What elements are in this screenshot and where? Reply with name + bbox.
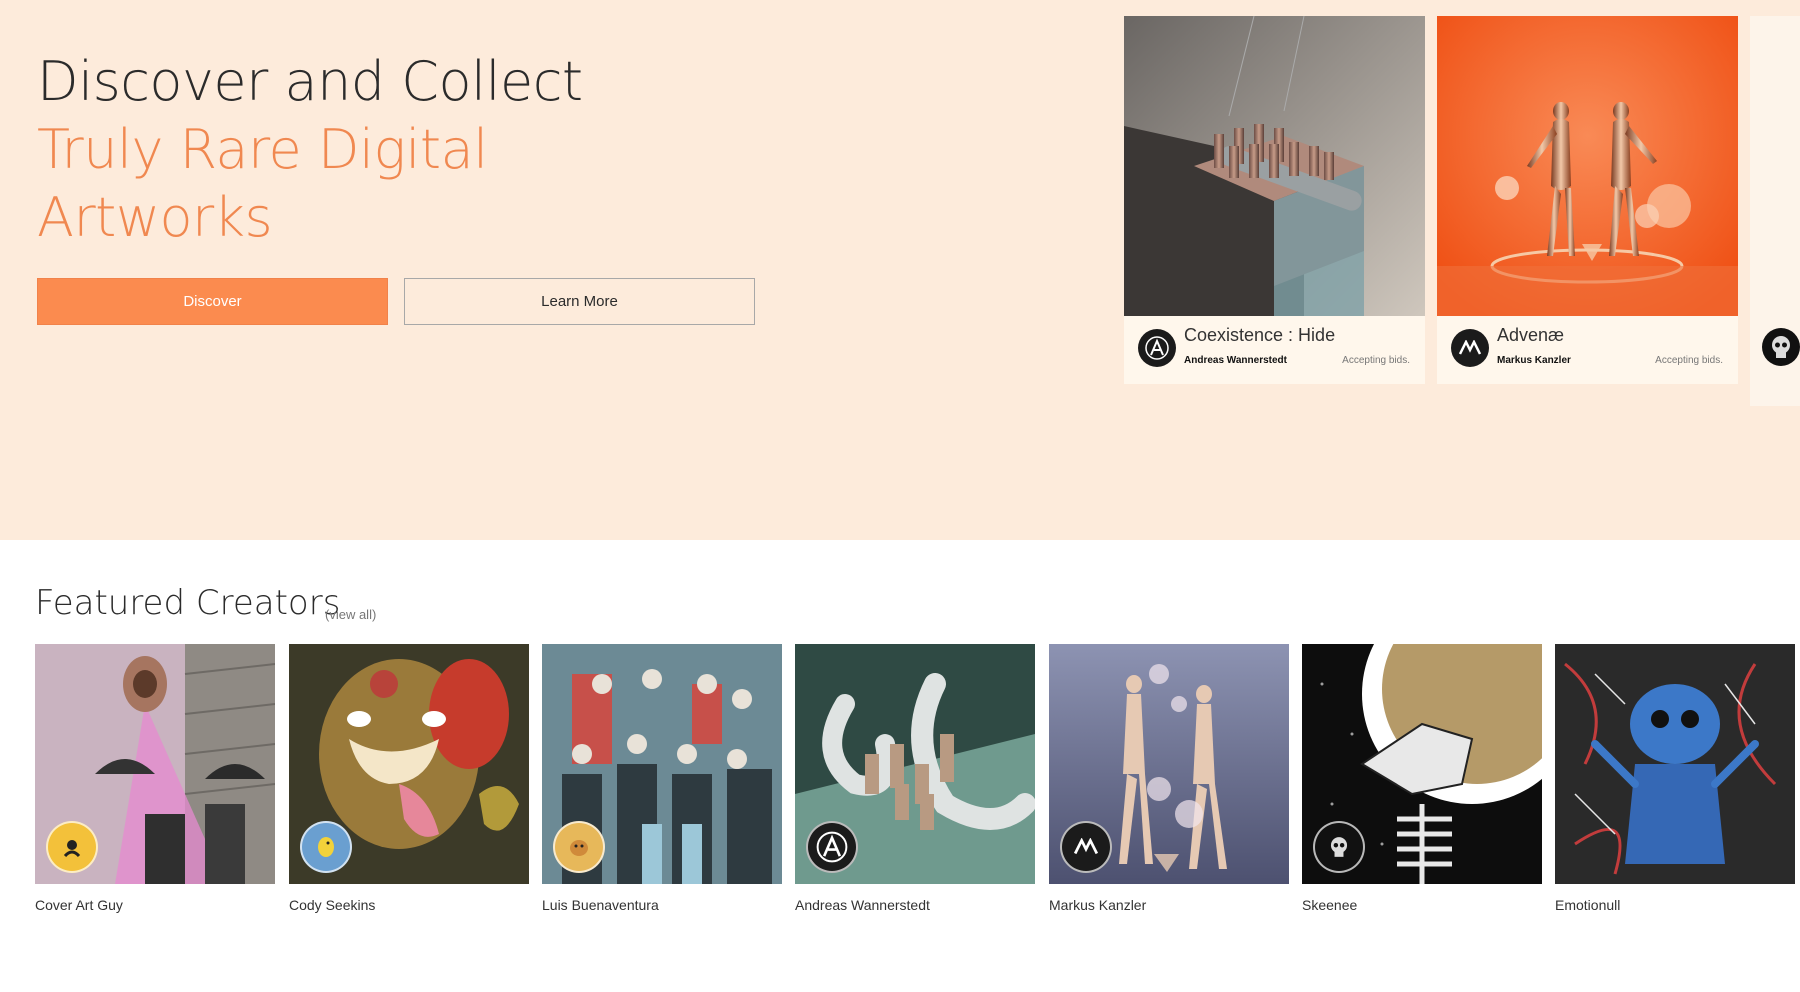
creator-name[interactable]: Emotionull: [1555, 897, 1620, 913]
artwork-status: Accepting bids.: [1342, 355, 1410, 366]
a-logo-icon: [806, 821, 858, 873]
learn-more-button[interactable]: Learn More: [404, 278, 755, 325]
creator-name[interactable]: Markus Kanzler: [1049, 897, 1146, 913]
artwork-creator[interactable]: Andreas Wannerstedt: [1184, 355, 1287, 366]
hero-title-line3: Artworks: [37, 186, 273, 249]
creator-thumbnail[interactable]: [1555, 644, 1795, 884]
view-all-link[interactable]: (view all): [325, 607, 376, 622]
creator-name[interactable]: Skeenee: [1302, 897, 1357, 913]
creator-name[interactable]: Luis Buenaventura: [542, 897, 659, 913]
featured-creators-title: Featured Creators: [35, 583, 341, 623]
a-logo-icon: [1138, 329, 1176, 367]
artwork-card[interactable]: Advenæ Markus Kanzler Accepting bids.: [1437, 16, 1738, 384]
artwork-card[interactable]: Coexistence : Hide Andreas Wannerstedt A…: [1124, 16, 1425, 384]
creator-badge-icon: [300, 821, 352, 873]
hero-title: Discover and Collect Truly Rare Digital …: [37, 48, 583, 252]
artwork-card-peek[interactable]: [1750, 16, 1800, 406]
mk-logo-icon: [1060, 821, 1112, 873]
hero-wave-divider: [0, 512, 1800, 534]
artwork-title[interactable]: Coexistence : Hide: [1184, 325, 1335, 346]
creator-badge-icon: [553, 821, 605, 873]
creator-badge-icon: [46, 821, 98, 873]
skull-icon: [1313, 821, 1365, 873]
hero-title-line2: Truly Rare Digital: [37, 118, 488, 181]
discover-button[interactable]: Discover: [37, 278, 388, 325]
hero-title-line1: Discover and Collect: [37, 50, 583, 113]
mk-logo-icon: [1451, 329, 1489, 367]
skull-icon: [1762, 328, 1800, 366]
artwork-image[interactable]: [1437, 16, 1738, 316]
creator-name[interactable]: Cover Art Guy: [35, 897, 123, 913]
artwork-creator[interactable]: Markus Kanzler: [1497, 355, 1571, 366]
artwork-image[interactable]: [1124, 16, 1425, 316]
creator-name[interactable]: Andreas Wannerstedt: [795, 897, 930, 913]
creator-name[interactable]: Cody Seekins: [289, 897, 375, 913]
artwork-status: Accepting bids.: [1655, 355, 1723, 366]
artwork-title[interactable]: Advenæ: [1497, 325, 1564, 346]
